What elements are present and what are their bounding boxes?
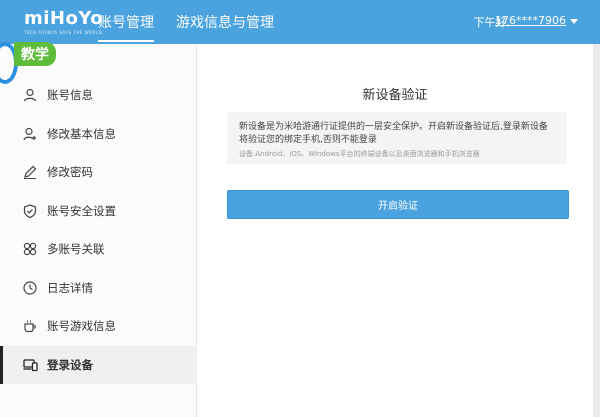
chevron-down-icon[interactable] [570, 19, 578, 24]
sidebar-item-log-details[interactable]: 日志详情 [0, 269, 197, 308]
sidebar-item-label: 账号游戏信息 [47, 319, 116, 334]
mihoyo-logo[interactable]: miHoYo [24, 8, 103, 29]
sidebar-item-game-info[interactable]: 账号游戏信息 [0, 307, 197, 346]
sidebar-item-label: 账号信息 [47, 88, 93, 103]
sidebar-item-label: 多账号关联 [47, 242, 105, 257]
link-grid-icon [22, 241, 38, 257]
sidebar-item-login-devices[interactable]: 登录设备 [0, 345, 197, 384]
page-title: 新设备验证 [362, 88, 428, 103]
info-device-note: 设备:Android、iOS、Windows平台的终端设备以及桌面浏览器和手机浏… [239, 150, 480, 158]
top-header: miHoYo TECH OTAKUS SAVE THE WORLD 账号管理 游… [0, 0, 600, 44]
person-icon [22, 87, 38, 103]
devices-icon [22, 357, 38, 373]
info-description: 新设备是为米哈游通行证提供的一层安全保护。开启新设备验证后,登录新设备将验证您的… [239, 122, 548, 145]
sidebar-item-security-settings[interactable]: 账号安全设置 [0, 192, 197, 231]
sidebar-item-edit-basic-info[interactable]: 修改基本信息 [0, 115, 197, 154]
teaching-badge-label: 教学 [14, 42, 56, 66]
person-edit-icon [22, 126, 38, 142]
sidebar: 账号信息 修改基本信息 修改密码 账号安全设置 多账号关联 日志详情 账号游戏信… [0, 44, 197, 417]
sidebar-item-label: 修改密码 [47, 165, 93, 180]
nav-game-info-management[interactable]: 游戏信息与管理 [176, 12, 274, 32]
sidebar-item-multi-account[interactable]: 多账号关联 [0, 230, 197, 269]
sidebar-item-label: 登录设备 [47, 357, 93, 372]
clock-icon [22, 280, 38, 296]
nav-account-management[interactable]: 账号管理 [98, 12, 154, 42]
info-box: 新设备是为米哈游通行证提供的一层安全保护。开启新设备验证后,登录新设备将验证您的… [227, 112, 567, 164]
cup-icon [22, 318, 38, 334]
pencil-icon [22, 164, 38, 180]
sidebar-item-label: 修改基本信息 [47, 126, 116, 141]
right-edge-strip [593, 44, 600, 417]
enable-verification-button[interactable]: 开启验证 [227, 190, 569, 219]
sidebar-item-account-info[interactable]: 账号信息 [0, 76, 197, 115]
main-panel: 新设备验证 新设备是为米哈游通行证提供的一层安全保护。开启新设备验证后,登录新设… [197, 44, 593, 417]
sidebar-menu: 账号信息 修改基本信息 修改密码 账号安全设置 多账号关联 日志详情 账号游戏信… [0, 76, 197, 384]
sidebar-item-label: 账号安全设置 [47, 203, 116, 218]
sidebar-item-label: 日志详情 [47, 280, 93, 295]
user-account-link[interactable]: 176****7906 [495, 14, 566, 27]
sidebar-item-change-password[interactable]: 修改密码 [0, 153, 197, 192]
shield-icon [22, 203, 38, 219]
logo-tagline: TECH OTAKUS SAVE THE WORLD [24, 30, 103, 35]
